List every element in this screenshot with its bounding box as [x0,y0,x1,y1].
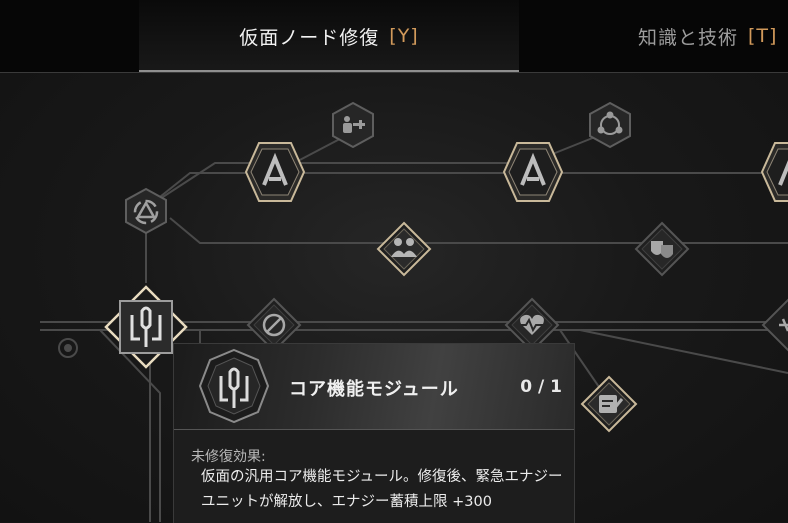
tab-mask-node-repair-label: 仮面ノード修復 [239,26,380,49]
node-tooltip: コア機能モジュール 0 / 1 未修復効果: 仮面の汎用コア機能モジュール。修復… [173,343,575,523]
unrepaired-effect-label: 未修復効果: [191,449,266,465]
recycle-node[interactable] [122,187,170,239]
mask-a-left-node[interactable] [244,141,306,207]
skill-tree-panel[interactable]: コア機能モジュール 0 / 1 未修復効果: 仮面の汎用コア機能モジュール。修復… [0,73,788,523]
unrepaired-effect-text: 仮面の汎用コア機能モジュール。修復後、緊急エナジーユニットが解放し、エナジー蓄積… [201,469,563,510]
notes-node[interactable] [580,375,638,437]
tab-knowledge-skills-label: 知識と技術 [638,26,739,49]
tab-knowledge-skills-key: [T] [748,25,778,47]
top-tab-bar: 仮面ノード修復 [Y] 知識と技術 [T] [0,0,788,73]
couple-node[interactable] [376,221,432,281]
tab-mask-node-repair-key: [Y] [389,25,419,47]
edge-right-node[interactable] [761,297,788,357]
mask-a-mid-node[interactable] [502,141,564,207]
drama-node[interactable] [634,221,690,281]
tooltip-title: コア機能モジュール [289,379,459,400]
tab-mask-node-repair[interactable]: 仮面ノード修復 [Y] [139,0,519,73]
fitness-node[interactable] [329,101,377,153]
tooltip-progress-count: 0 / 1 [520,377,562,397]
tab-knowledge-skills[interactable]: 知識と技術 [T] [600,0,788,72]
mask-a-right-node[interactable] [760,141,788,207]
tooltip-header: コア機能モジュール 0 / 1 [174,344,574,430]
social-node[interactable] [586,101,634,153]
